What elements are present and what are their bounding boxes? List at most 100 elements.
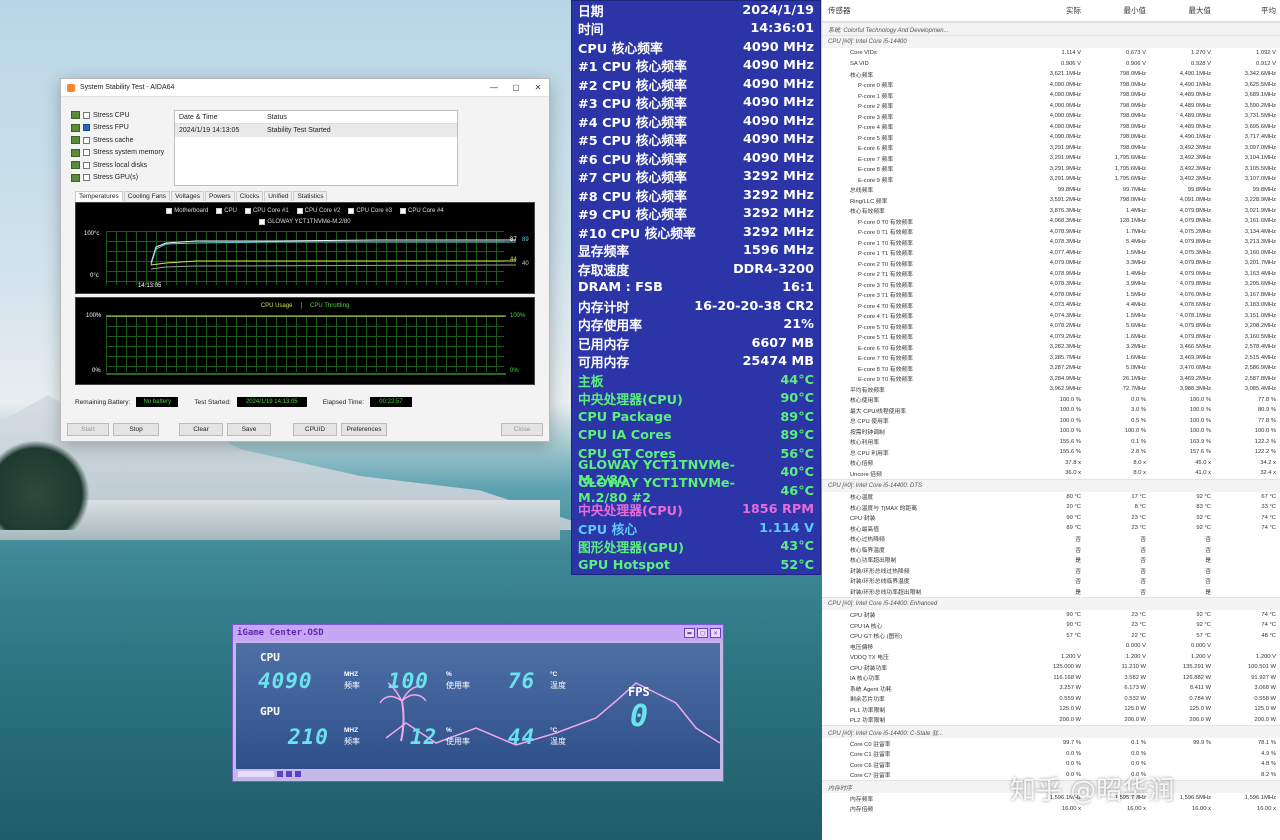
minimize-button[interactable]: — [483, 83, 505, 92]
hwinfo-sensor-table[interactable]: 传感器 实际 最小值 最大值 平均 系统: Colorful Technolog… [822, 0, 1280, 840]
table-row[interactable]: 电压偏移 0.000 V 0.000 V [822, 641, 1280, 652]
table-row[interactable]: IA 核心功率 116.168 W 3.582 W 126.882 W 91.927 W [822, 673, 1280, 684]
maximize-button[interactable]: ▢ [505, 83, 527, 92]
table-row[interactable]: 核心最高值 89 °C 23 °C 92 °C 74 °C [822, 523, 1280, 534]
close-window-button[interactable]: ✕ [527, 83, 549, 92]
table-row[interactable]: 总 CPU 利用率 155.6 % 2.8 % 157.6 % 122.2 % [822, 447, 1280, 458]
table-row[interactable]: P-core 0 频率 4,090.0MHz 798.0MHz 4,490.1MHz 3… [822, 80, 1280, 91]
tab-unified[interactable]: Unified [264, 191, 293, 201]
table-row[interactable]: CPU IA 核心 90 °C 23 °C 92 °C 74 °C [822, 620, 1280, 631]
hw-header-current[interactable]: 实际 [1020, 5, 1085, 16]
stress-checkbox[interactable] [83, 124, 90, 132]
stress-option[interactable]: Stress local disks [71, 159, 164, 172]
start-button[interactable]: Start [67, 423, 109, 436]
table-row[interactable]: E-core 6 T0 有效频率 3,282.3MHz 3.2MHz 3,466.5M… [822, 342, 1280, 353]
table-row[interactable]: 总线频率 99.8MHz 99.7MHz 99.8MHz 99.8MHz [822, 185, 1280, 196]
table-row[interactable]: VDDQ TX 电压 1.200 V 1.200 V 1.200 V 1.200 V [822, 652, 1280, 663]
table-row[interactable]: P-core 2 频率 4,090.0MHz 798.0MHz 4,489.0MHz 3… [822, 101, 1280, 112]
igame-center-osd[interactable]: iGame Center.OSD ▬ ▢ ✕ CPU 4090 MHZ 频率 1… [232, 624, 724, 782]
table-row[interactable]: P-core 5 T1 有效频率 4,079.2MHz 1.6MHz 4,079.8M… [822, 332, 1280, 343]
table-row[interactable]: 核心过热降频 否 否 否 [822, 534, 1280, 545]
table-row[interactable]: 核心有效频率 3,876.3MHz 1.4MHz 4,079.8MHz 3,021.9M… [822, 206, 1280, 217]
window-titlebar[interactable]: System Stability Test - AIDA64 — ▢ ✕ [61, 79, 549, 97]
cpuid-button[interactable]: CPUID [293, 423, 337, 436]
stress-checkbox[interactable] [83, 136, 90, 144]
igame-maximize-icon[interactable]: ▢ [697, 628, 708, 638]
stress-option[interactable]: Stress CPU [71, 109, 164, 122]
tab-temperatures[interactable]: Temperatures [75, 191, 123, 201]
table-row[interactable]: CPU 封装 90 °C 23 °C 92 °C 74 °C [822, 610, 1280, 621]
table-row[interactable]: 系统 Agent 功耗 3.257 W 6.173 W 8.411 W 3.068 W [822, 683, 1280, 694]
stress-option[interactable]: Stress cache [71, 134, 164, 147]
tab-cooling-fans[interactable]: Cooling Fans [123, 191, 171, 201]
stop-button[interactable]: Stop [113, 423, 159, 436]
table-row[interactable]: P-core 4 T0 有效频率 4,073.4MHz 4.4MHz 4,078.6M… [822, 300, 1280, 311]
stress-checkbox[interactable] [83, 111, 90, 119]
hw-header-sensor[interactable]: 传感器 [822, 5, 1020, 16]
table-row[interactable]: 核心利用率 155.6 % 0.1 % 163.9 % 122.2 % [822, 437, 1280, 448]
table-row[interactable]: PL2 功率限制 200.0 W 200.0 W 200.0 W 200.0 W [822, 715, 1280, 726]
table-row[interactable]: P-core 1 T1 有效频率 4,077.4MHz 1.5MHz 4,075.3M… [822, 248, 1280, 259]
table-row[interactable]: Core VIDs 1.114 V 0.673 V 1.270 V 1.092 V [822, 48, 1280, 59]
table-row[interactable]: E-core 7 频率 3,291.9MHz 1,795.6MHz 3,492.3MH… [822, 153, 1280, 164]
stress-checkbox[interactable] [83, 174, 90, 182]
table-row[interactable]: P-core 0 T1 有效频率 4,078.9MHz 1.7MHz 4,075.2M… [822, 227, 1280, 238]
table-row[interactable]: 核心频率 3,621.1MHz 798.0MHz 4,490.1MHz 3,342.6M… [822, 69, 1280, 80]
table-row[interactable]: 总 CPU 使用率 100.0 % 0.5 % 100.0 % 77.8 % [822, 416, 1280, 427]
table-row[interactable]: 平均有效频率 3,962.9MHz 72.7MHz 3,988.3MHz 3,085.4… [822, 384, 1280, 395]
table-row[interactable]: E-core 8 T0 有效频率 3,287.2MHz 5.0MHz 3,470.6M… [822, 363, 1280, 374]
table-row[interactable]: E-core 6 频率 3,291.9MHz 798.0MHz 3,492.3MHz 3… [822, 143, 1280, 154]
hw-header-avg[interactable]: 平均 [1215, 5, 1280, 16]
table-row[interactable]: E-core 8 频率 3,291.9MHz 1,795.6MHz 3,492.3MH… [822, 164, 1280, 175]
table-row[interactable]: CPU 封装功率 125.000 W 11.210 W 135.291 W 100.50… [822, 662, 1280, 673]
table-row[interactable]: P-core 4 频率 4,090.0MHz 798.0MHz 4,489.0MHz 3… [822, 122, 1280, 133]
hw-section-header[interactable]: 系统: Colorful Technology And Developmen..… [822, 22, 1280, 35]
table-row[interactable]: P-core 3 T1 有效频率 4,078.0MHz 1.5MHz 4,076.0M… [822, 290, 1280, 301]
stress-option[interactable]: Stress FPU [71, 122, 164, 135]
table-row[interactable]: Core C0 驻留率 99.7 % 0.1 % 99.9 % 78.1 % [822, 738, 1280, 749]
table-row[interactable]: P-core 2 T0 有效频率 4,079.0MHz 3.3MHz 4,079.8M… [822, 258, 1280, 269]
aida64-stability-window[interactable]: System Stability Test - AIDA64 — ▢ ✕ Str… [60, 78, 550, 442]
clear-button[interactable]: Clear [179, 423, 223, 436]
hw-section-header[interactable]: CPU [#0]: Intel Core i5-14400: Enhanced [822, 596, 1280, 610]
table-row[interactable]: P-core 4 T1 有效频率 4,074.3MHz 1.5MHz 4,078.1M… [822, 311, 1280, 322]
table-row[interactable]: CPU 封装 90 °C 23 °C 92 °C 74 °C [822, 513, 1280, 524]
table-row[interactable]: CPU GT 核心 (图形) 57 °C 22 °C 57 °C 48 °C [822, 631, 1280, 642]
tab-voltages[interactable]: Voltages [171, 191, 204, 201]
table-row[interactable]: 核心温度 80 °C 17 °C 92 °C 67 °C [822, 492, 1280, 503]
igame-titlebar[interactable]: iGame Center.OSD ▬ ▢ ✕ [233, 625, 723, 641]
igame-close-icon[interactable]: ✕ [710, 628, 721, 638]
table-row[interactable]: 封装/环形总线过热降频 否 否 否 [822, 565, 1280, 576]
table-row[interactable]: 最大 CPU/线程使用率 100.0 % 3.0 % 100.0 % 80.9 % [822, 405, 1280, 416]
table-row[interactable]: P-core 5 频率 4,090.0MHz 798.0MHz 4,490.1MHz 3… [822, 132, 1280, 143]
table-row[interactable]: E-core 9 T0 有效频率 3,284.9MHz 26.1MHz 3,469.2… [822, 374, 1280, 385]
table-row[interactable]: P-core 5 T0 有效频率 4,078.2MHz 5.6MHz 4,079.8M… [822, 321, 1280, 332]
close-button[interactable]: Close [501, 423, 543, 436]
preferences-button[interactable]: Preferences [341, 423, 387, 436]
table-row[interactable]: P-core 1 T0 有效频率 4,078.3MHz 5.4MHz 4,079.8M… [822, 237, 1280, 248]
table-row[interactable]: Uncore 倍频 36.0 x 8.0 x 41.0 x 32.4 x [822, 468, 1280, 479]
table-row[interactable]: 封装/环形总线功率超出限制 是 否 是 [822, 586, 1280, 597]
table-row[interactable]: PL1 功率限制 125.0 W 125.0 W 125.0 W 125.0 W [822, 704, 1280, 715]
hw-section-header[interactable]: CPU [#0]: Intel Core i5-14400: C-State 驻… [822, 725, 1280, 738]
table-row[interactable]: P-core 0 T0 有效频率 4,068.3MHz 128.1MHz 4,079.… [822, 216, 1280, 227]
table-row[interactable]: Core C6 驻留率 0.0 % 0.0 % 4.8 % [822, 759, 1280, 770]
table-row[interactable]: 核心温度与 TjMAX 的距离 20 °C 8 °C 83 °C 33 °C [822, 502, 1280, 513]
hw-section-header[interactable]: CPU [#0]: Intel Core i5-14400 [822, 35, 1280, 48]
stress-checkbox[interactable] [83, 149, 90, 157]
table-row[interactable]: 按需时钟调制 100.0 % 100.0 % 100.0 % 100.0 % [822, 426, 1280, 437]
table-row[interactable]: P-core 3 T0 有效频率 4,078.3MHz 3.9MHz 4,079.8M… [822, 279, 1280, 290]
table-row[interactable]: 2024/1/19 14:13:05 Stability Test Starte… [175, 124, 457, 137]
table-row[interactable]: Core C1 驻留率 0.0 % 0.0 % 4.9 % [822, 749, 1280, 760]
tab-statistics[interactable]: Statistics [293, 191, 328, 201]
table-row[interactable]: P-core 3 频率 4,090.0MHz 798.0MHz 4,489.0MHz 3… [822, 111, 1280, 122]
table-row[interactable]: P-core 1 频率 4,090.0MHz 798.0MHz 4,489.0MHz 3… [822, 90, 1280, 101]
tab-clocks[interactable]: Clocks [235, 191, 264, 201]
stress-option[interactable]: Stress GPU(s) [71, 172, 164, 185]
table-row[interactable]: 封装/环形总线临界温度 否 否 否 [822, 576, 1280, 587]
table-row[interactable]: 核心倍频 37.8 x 8.0 x 45.0 x 34.2 x [822, 458, 1280, 469]
table-row[interactable]: SA VID 0.906 V 0.906 V 0.928 V 0.912 V [822, 59, 1280, 70]
table-row[interactable]: 核心功率超出限制 是 否 是 [822, 555, 1280, 566]
hw-header-min[interactable]: 最小值 [1085, 5, 1150, 16]
table-row[interactable]: P-core 2 T1 有效频率 4,078.9MHz 1.4MHz 4,079.0M… [822, 269, 1280, 280]
